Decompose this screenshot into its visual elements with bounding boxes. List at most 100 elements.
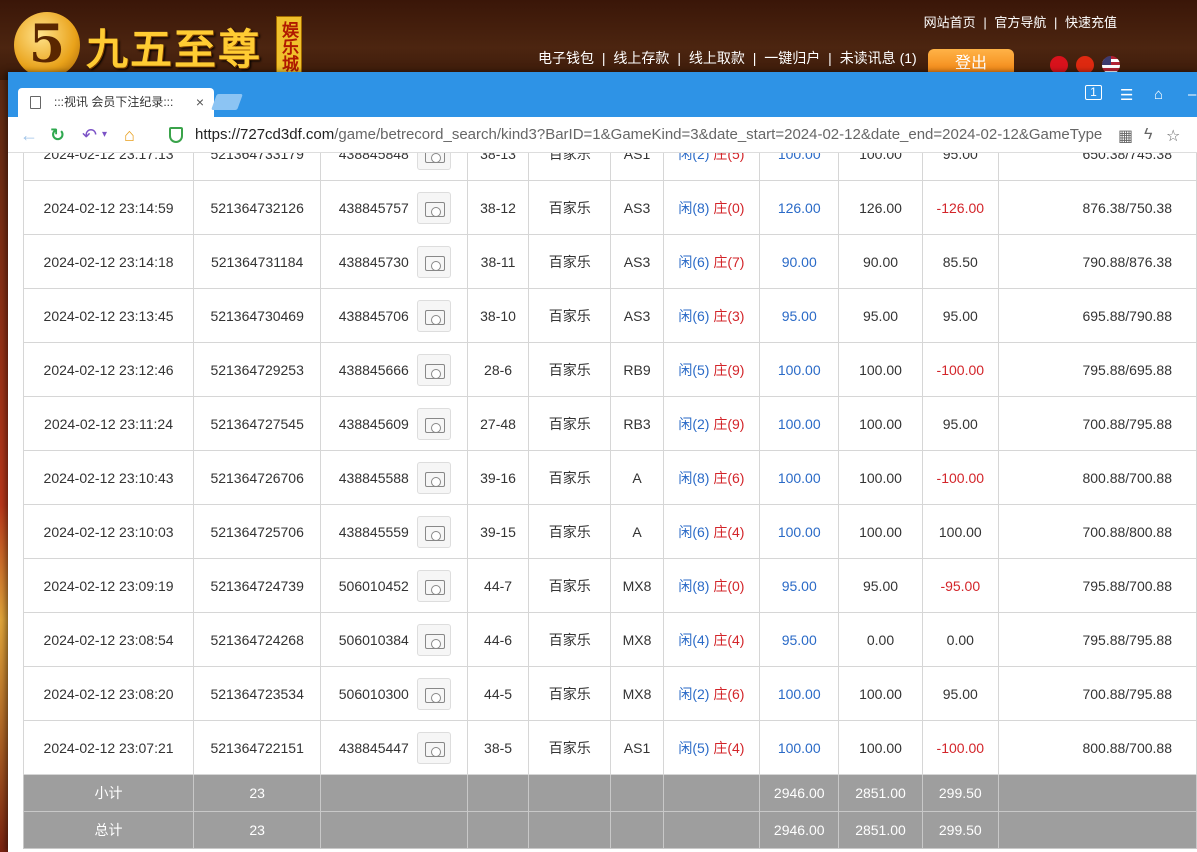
video-replay-icon[interactable] [416,300,451,332]
cell-valid-bet: 95.00 [838,288,923,343]
cell-result: 闲(5) 庄(9) [662,342,761,397]
cell-game-type: 百家乐 [528,720,612,775]
cell-valid-bet: 100.00 [838,666,923,721]
game-id-text: 438845447 [338,739,409,756]
bet-record-table: 2024-02-12 23:17:13 521364733179 4388458… [23,153,1197,849]
browser-window: :::视讯 会员下注纪录::: × 1 ☰ ⌂ – ← ↻ ↶ ▾ ⌂ http… [8,72,1197,852]
url-input[interactable]: https://727cd3df.com/game/betrecord_sear… [195,126,1115,143]
skin-icon[interactable]: ⌂ [1154,86,1163,103]
result-banker: 庄(7) [713,253,745,270]
logo-icon[interactable]: 5 [14,12,80,78]
new-tab-button[interactable] [211,94,243,110]
total-row: 总计 23 2946.00 2851.00 299.50 [23,811,1197,849]
cell-valid-bet: 100.00 [838,504,923,559]
result-player: 闲(2) [678,153,710,162]
cell-time: 2024-02-12 23:09:19 [23,558,195,613]
cell-time: 2024-02-12 23:08:54 [23,612,195,667]
document-icon [30,96,41,109]
tab-bet-record[interactable]: :::视讯 会员下注纪录::: × [18,88,214,117]
cell-bet-amount: 100.00 [759,342,840,397]
result-banker: 庄(6) [713,685,745,702]
cell-game-type: 百家乐 [528,288,612,343]
cell-bet-amount: 90.00 [759,234,840,289]
cell-bet-id: 521364723534 [193,666,322,721]
cell-balance: 700.88/795.88 [997,666,1197,721]
video-replay-icon[interactable] [416,354,451,386]
nav-withdraw[interactable]: 线上取款 [689,50,745,66]
star-icon[interactable]: ☆ [1166,126,1180,146]
logo-text[interactable]: 九五至尊 [86,16,262,77]
video-replay-icon[interactable] [416,153,451,170]
game-id-text: 438845609 [338,415,409,432]
cell-win-loss: 85.50 [921,234,999,289]
video-replay-icon[interactable] [416,624,451,656]
video-replay-icon[interactable] [416,192,451,224]
video-replay-icon[interactable] [416,462,451,494]
cell-result: 闲(2) 庄(5) [662,153,761,181]
cell-round: 39-15 [466,504,530,559]
minimize-icon[interactable]: – [1188,86,1196,103]
close-icon[interactable]: × [196,88,204,117]
nav-e-wallet[interactable]: 电子钱包 [538,50,594,66]
sum-empty [997,774,1197,812]
undo-icon[interactable]: ↶ [82,125,97,146]
cell-result: 闲(6) 庄(4) [662,504,761,559]
menu-icon[interactable]: ☰ [1120,86,1133,104]
video-replay-icon[interactable] [416,678,451,710]
back-arrow-icon[interactable]: ← [20,125,38,146]
cell-valid-bet: 100.00 [838,720,923,775]
cell-win-loss: 95.00 [921,288,999,343]
refresh-icon[interactable]: ↻ [50,125,65,146]
sum-bet: 2946.00 [759,774,840,812]
sum-empty [662,811,761,849]
sum-empty [320,811,468,849]
window-badge-icon[interactable]: 1 [1085,85,1102,100]
cell-valid-bet: 95.00 [838,558,923,613]
cell-time: 2024-02-12 23:07:21 [23,720,195,775]
cell-bet-amount: 95.00 [759,612,840,667]
nav-unread-messages[interactable]: 未读讯息 (1) [840,50,917,66]
cell-win-loss: 100.00 [921,504,999,559]
cell-game-id: 438845666 [320,342,468,397]
nav-one-click-return[interactable]: 一键归户 [764,50,820,66]
link-quick-recharge[interactable]: 快速充值 [1065,15,1117,30]
cell-bet-id: 521364727545 [193,396,322,451]
cell-bet-id: 521364725706 [193,504,322,559]
cell-table: AS3 [610,180,664,235]
qr-code-icon[interactable]: ▦ [1118,126,1133,146]
cell-game-id: 506010300 [320,666,468,721]
video-replay-icon[interactable] [416,246,451,278]
game-id-text: 438845666 [338,361,409,378]
nav-deposit[interactable]: 线上存款 [613,50,669,66]
cell-table: AS1 [610,153,664,181]
cell-result: 闲(8) 庄(6) [662,450,761,505]
cell-win-loss: -95.00 [921,558,999,613]
chevron-down-icon[interactable]: ▾ [102,129,107,140]
cell-game-id: 438845447 [320,720,468,775]
link-official-nav[interactable]: 官方导航 [994,15,1046,30]
cell-bet-id: 521364724739 [193,558,322,613]
video-replay-icon[interactable] [416,516,451,548]
result-player: 闲(6) [678,523,710,540]
video-replay-icon[interactable] [416,570,451,602]
video-replay-icon[interactable] [416,408,451,440]
lightning-icon[interactable]: ϟ [1144,126,1152,144]
cell-round: 44-7 [466,558,530,613]
cell-table: MX8 [610,558,664,613]
cell-game-id: 438845706 [320,288,468,343]
sum-empty [528,811,612,849]
cell-time: 2024-02-12 23:10:43 [23,450,195,505]
home-icon[interactable]: ⌂ [124,125,135,146]
cell-game-id: 506010384 [320,612,468,667]
result-player: 闲(8) [678,469,710,486]
game-id-text: 506010300 [338,685,409,702]
cell-round: 44-5 [466,666,530,721]
video-replay-icon[interactable] [416,732,451,764]
link-home[interactable]: 网站首页 [924,15,976,30]
sum-bet: 2946.00 [759,811,840,849]
bet-record-content[interactable]: 2024-02-12 23:17:13 521364733179 4388458… [23,153,1197,852]
cell-table: MX8 [610,666,664,721]
cell-balance: 695.88/790.88 [997,288,1197,343]
cell-game-type: 百家乐 [528,342,612,397]
cell-bet-amount: 100.00 [759,504,840,559]
